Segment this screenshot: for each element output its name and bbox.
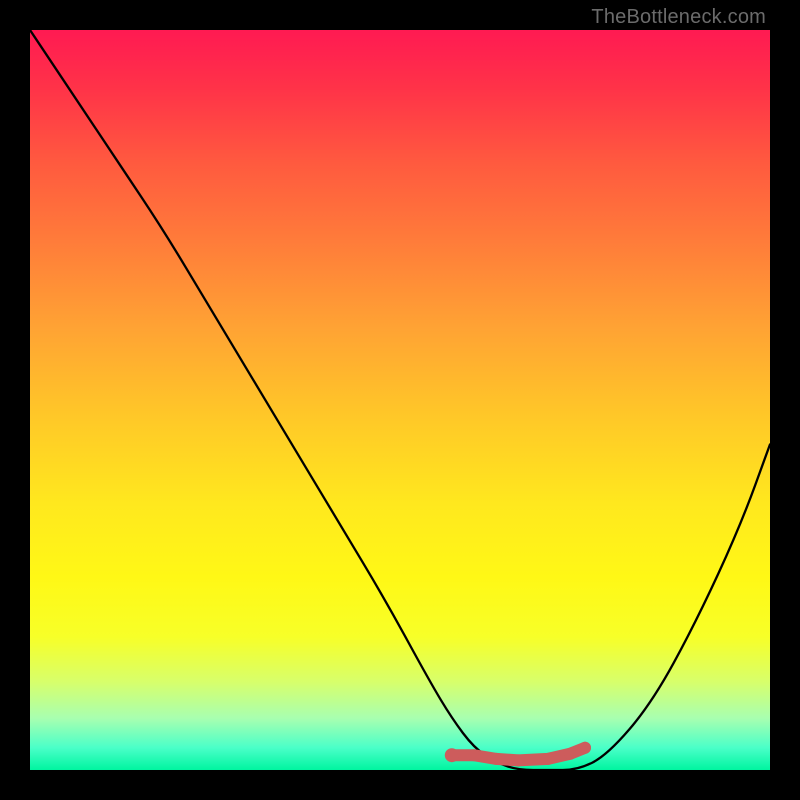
- bottleneck-curve: [30, 30, 770, 770]
- plot-area: [30, 30, 770, 770]
- optimal-range-marker: [445, 742, 591, 767]
- watermark-text: TheBottleneck.com: [591, 6, 766, 29]
- chart-frame: TheBottleneck.com: [0, 0, 800, 800]
